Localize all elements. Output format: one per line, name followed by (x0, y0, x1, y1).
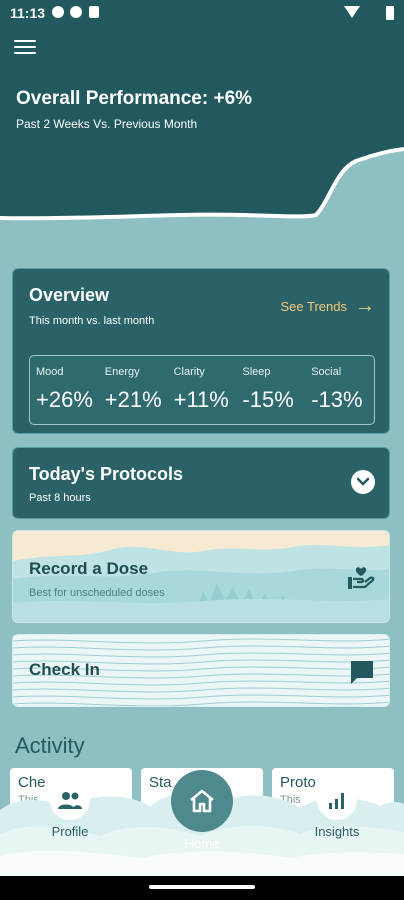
metric-value: +11% (173, 387, 229, 412)
status-bar: 11:13 (0, 0, 404, 26)
home-icon (190, 789, 214, 813)
nav-profile[interactable]: Profile (40, 780, 100, 839)
protocols-subtitle: Past 8 hours (29, 492, 91, 504)
vpn-status-icon (52, 6, 64, 18)
metric-sleep: Sleep -15% (236, 356, 305, 424)
record-dose-subtitle: Best for unscheduled doses (29, 587, 165, 599)
metric-label: Mood (36, 366, 64, 378)
app-screen: 11:13 Overall Performance: +6% Past 2 We… (0, 0, 404, 900)
nav-home[interactable]: Home (170, 770, 234, 851)
metric-label: Energy (104, 366, 140, 378)
todays-protocols-card[interactable]: Today's Protocols Past 8 hours (12, 447, 390, 519)
nav-insights-circle (317, 780, 357, 820)
storage-status-icon (89, 6, 99, 18)
arrow-right-icon: → (355, 295, 375, 317)
metric-value: +21% (104, 387, 162, 412)
metric-value: -15% (242, 387, 294, 412)
metric-social: Social -13% (305, 356, 374, 424)
nav-profile-label: Profile (51, 824, 89, 839)
nav-profile-circle (50, 780, 90, 820)
metric-value: +26% (36, 387, 93, 412)
metric-label: Sleep (242, 366, 271, 378)
activity-title: Activity (15, 733, 85, 758)
metric-energy: Energy +21% (99, 356, 168, 424)
metric-clarity: Clarity +11% (168, 356, 237, 424)
nav-insights-label: Insights (314, 824, 360, 839)
nav-home-label: Home (184, 836, 220, 851)
status-time: 11:13 (10, 5, 46, 21)
metric-label: Clarity (173, 366, 205, 378)
overall-performance-subtitle: Past 2 Weeks Vs. Previous Month (16, 117, 198, 131)
see-trends-link[interactable]: See Trends → (281, 296, 376, 316)
metrics-panel: Mood +26% Energy +21% Clarity +11% Sleep… (29, 355, 375, 425)
bar-chart-icon (329, 793, 344, 809)
hand-heart-icon (348, 567, 375, 589)
overview-subtitle: This month vs. last month (29, 315, 155, 327)
battery-icon (386, 6, 394, 20)
sync-status-icon (70, 6, 82, 18)
see-trends-label: See Trends (280, 298, 348, 314)
menu-icon[interactable] (14, 40, 36, 56)
record-dose-card[interactable]: Record a Dose Best for unscheduled doses (12, 530, 390, 623)
overview-title: Overview (29, 285, 110, 305)
protocols-title: Today's Protocols (29, 464, 183, 484)
gesture-bar (0, 876, 404, 900)
check-in-title: Check In (29, 660, 100, 679)
expand-protocols-button[interactable] (351, 470, 375, 494)
record-dose-title: Record a Dose (29, 559, 149, 578)
chat-bubble-icon (351, 661, 373, 684)
chevron-down-icon (356, 477, 370, 486)
people-icon (58, 792, 82, 809)
check-in-card[interactable]: Check In (12, 634, 390, 707)
wifi-icon (344, 6, 360, 18)
nav-home-circle (171, 770, 233, 832)
nav-insights[interactable]: Insights (307, 780, 367, 839)
overview-card: Overview This month vs. last month See T… (12, 268, 390, 434)
overall-performance-title: Overall Performance: +6% (16, 88, 253, 109)
metric-mood: Mood +26% (30, 356, 99, 424)
home-gesture-handle[interactable] (149, 885, 255, 889)
metric-label: Social (311, 366, 342, 378)
metric-value: -13% (311, 387, 363, 412)
